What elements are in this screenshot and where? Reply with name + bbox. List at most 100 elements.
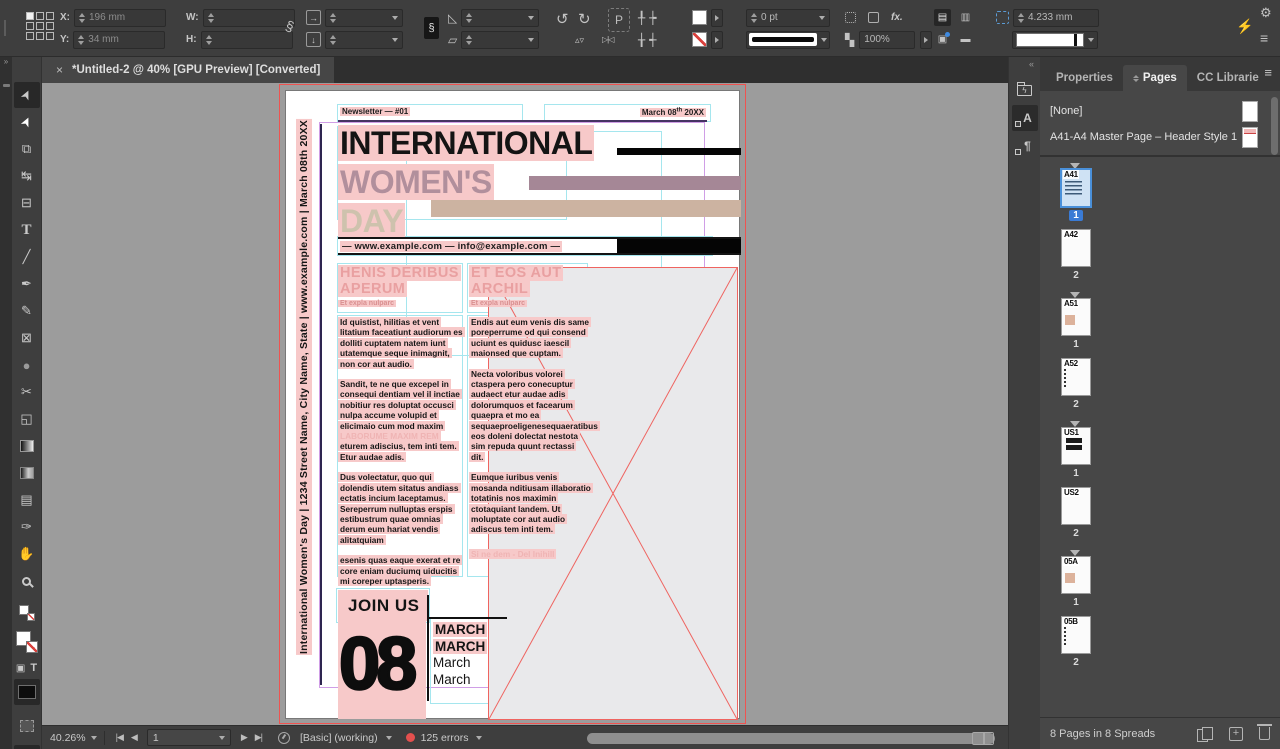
line-tool[interactable]: ╱ <box>14 244 40 270</box>
master-item-none[interactable]: [None] <box>1050 98 1272 124</box>
page-item[interactable]: 05A 1 <box>1056 557 1096 610</box>
prev-page-button[interactable]: ◀ <box>131 732 137 743</box>
dock-grip[interactable] <box>3 84 10 87</box>
page-thumbnail[interactable]: 05B <box>1062 617 1090 653</box>
gap-tool[interactable]: ↹ <box>14 163 40 189</box>
cc-libraries-panel-icon[interactable]: ϟ <box>1012 77 1038 103</box>
stroke-style-select[interactable] <box>746 31 830 49</box>
character-styles-panel-icon[interactable]: A <box>1012 105 1038 131</box>
page-number-field[interactable]: 1 <box>147 729 231 746</box>
quick-actions-icon[interactable]: ⚡ <box>1236 18 1253 34</box>
zoom-level[interactable]: 40.26% <box>50 732 86 744</box>
spread-expander-icon[interactable] <box>1056 290 1096 299</box>
hand-tool[interactable]: ✋ <box>14 541 40 567</box>
swap-fill-stroke[interactable] <box>14 600 40 626</box>
spread-view-icon[interactable] <box>972 732 994 745</box>
stroke-options-button[interactable] <box>711 31 723 49</box>
text-wrap-bounding-icon[interactable]: ▥ <box>957 9 974 26</box>
first-page-button[interactable]: |◀ <box>116 732 123 743</box>
page-item[interactable]: A52 2 <box>1056 359 1096 412</box>
col2-body-text[interactable]: Endis aut eum venis dis same poreperrume… <box>469 317 591 569</box>
page-item[interactable]: A41 1 <box>1056 170 1096 223</box>
fill-swatch[interactable] <box>692 10 707 25</box>
text-wrap-none-icon[interactable]: ▤ <box>934 9 951 26</box>
opacity-options-button[interactable] <box>920 31 932 49</box>
shear-angle-field[interactable] <box>461 31 539 49</box>
apply-color-button[interactable] <box>14 679 40 705</box>
close-tab-icon[interactable]: × <box>56 63 63 77</box>
expand-dock-icon[interactable]: » <box>0 57 12 66</box>
document-page[interactable]: Newsletter — #01 March 08th 20XX Interna… <box>285 90 740 719</box>
panel-menu-icon[interactable]: ≡ <box>1264 65 1272 80</box>
frame-options-icon[interactable] <box>868 12 879 23</box>
rotate-cw-icon[interactable]: ↻ <box>578 12 591 28</box>
page-thumbnail[interactable]: A52 <box>1062 359 1090 395</box>
ellipse-tool[interactable]: ● <box>14 352 40 378</box>
page-item[interactable]: A51 1 <box>1056 299 1096 352</box>
gear-icon[interactable]: ⚙ <box>1260 5 1272 21</box>
stroke-swatch[interactable] <box>692 32 707 47</box>
panel-menu-icon[interactable]: ≡ <box>1260 30 1268 46</box>
page-thumbnail[interactable]: A41 <box>1062 170 1090 206</box>
fill-stroke-control[interactable] <box>14 627 40 657</box>
eyedropper-tool[interactable]: ✑ <box>14 514 40 540</box>
page-thumbnail[interactable]: US1 <box>1062 428 1090 464</box>
master-item-a41[interactable]: A41-A4 Master Page – Header Style 1 <box>1050 124 1272 150</box>
last-page-button[interactable]: ▶| <box>255 732 262 743</box>
align-bottom-icon[interactable]: ╁ <box>638 32 645 48</box>
rectangle-frame-tool[interactable]: ⊠ <box>14 325 40 351</box>
scissors-tool[interactable]: ✂ <box>14 379 40 405</box>
horizontal-scrollbar[interactable] <box>587 733 995 744</box>
y-field[interactable]: 34 mm <box>73 31 165 49</box>
page-item[interactable]: A42 2 <box>1056 230 1096 283</box>
canvas[interactable]: Newsletter — #01 March 08th 20XX Interna… <box>42 83 1008 725</box>
page-item[interactable]: US2 2 <box>1056 488 1096 541</box>
delete-page-icon[interactable] <box>1259 727 1270 740</box>
flip-horizontal-icon[interactable]: ▷|◁ <box>602 32 613 48</box>
pencil-tool[interactable]: ✎ <box>14 298 40 324</box>
free-transform-tool[interactable]: ◱ <box>14 406 40 432</box>
screen-mode-button[interactable] <box>14 745 40 749</box>
formatting-affects[interactable]: ▣ T <box>14 658 40 678</box>
w-field[interactable] <box>203 9 295 27</box>
corner-options-icon[interactable] <box>845 12 856 23</box>
swatch-select[interactable] <box>1012 31 1098 49</box>
text-wrap-jump-icon[interactable]: ▬ <box>957 31 974 48</box>
scale-y-field[interactable] <box>325 31 403 49</box>
content-grabber-proxy[interactable]: P <box>608 8 630 32</box>
paragraph-styles-panel-icon[interactable]: ¶ <box>1012 133 1038 159</box>
x-stepper[interactable] <box>79 13 85 23</box>
spread-expander-icon[interactable] <box>1056 419 1096 428</box>
next-page-button[interactable]: ▶ <box>241 732 247 743</box>
scale-x-field[interactable] <box>325 9 403 27</box>
preflight-profile[interactable]: [Basic] (working) <box>300 732 378 744</box>
spread-expander-icon[interactable] <box>1056 548 1096 557</box>
view-options-button[interactable] <box>14 713 40 739</box>
gradient-feather-tool[interactable] <box>14 460 40 486</box>
tab-cc-libraries[interactable]: CC Librarie <box>1187 65 1269 91</box>
page-thumbnail[interactable]: A42 <box>1062 230 1090 266</box>
spread-expander-icon[interactable] <box>1056 161 1096 170</box>
x-field[interactable]: 196 mm <box>74 9 166 27</box>
pen-tool[interactable]: ✒ <box>14 271 40 297</box>
preflight-icon[interactable] <box>278 732 290 744</box>
col1-body-text[interactable]: Id quistist, hilitias et vent litatium f… <box>338 317 463 596</box>
page-thumbnail[interactable]: US2 <box>1062 488 1090 524</box>
error-count[interactable]: 125 errors <box>421 732 469 744</box>
page-tool[interactable]: ⧉ <box>14 136 40 162</box>
rotation-angle-field[interactable] <box>461 9 539 27</box>
direct-selection-tool[interactable]: ➤ <box>14 109 40 135</box>
fill-options-button[interactable] <box>711 9 723 27</box>
gap-width-field[interactable]: 4.233 mm <box>1013 9 1099 27</box>
link-scale-icon[interactable]: § <box>424 17 439 39</box>
page-thumbnail[interactable]: 05A <box>1062 557 1090 593</box>
rotate-ccw-icon[interactable]: ↺ <box>556 12 569 28</box>
type-tool[interactable]: T <box>14 217 40 243</box>
tab-pages[interactable]: Pages <box>1123 65 1187 91</box>
new-page-icon[interactable]: + <box>1229 727 1243 741</box>
distribute-icon[interactable]: ┽ <box>649 32 656 48</box>
collapse-panels-icon[interactable]: « <box>1009 57 1040 75</box>
effects-icon[interactable]: fx. <box>891 12 903 23</box>
selection-tool[interactable]: ➤ <box>14 82 40 108</box>
gradient-tool[interactable] <box>14 433 40 459</box>
